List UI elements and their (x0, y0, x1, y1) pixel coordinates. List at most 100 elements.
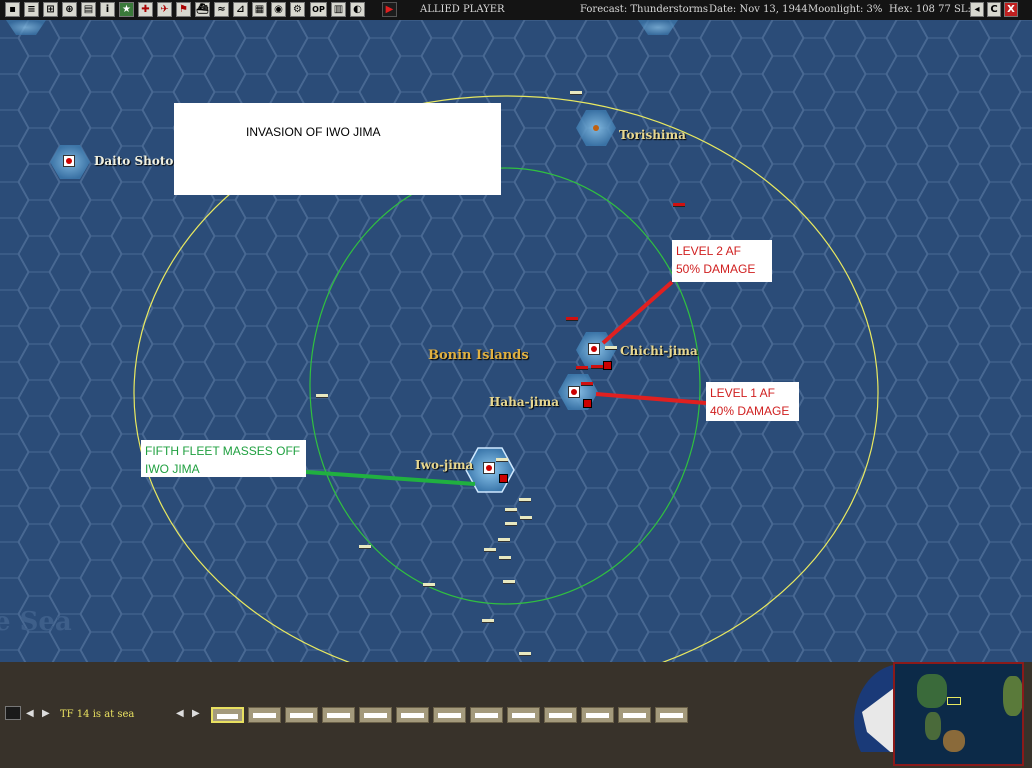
air-unit-icon[interactable]: ✈ (157, 2, 172, 17)
allied-ship-icon[interactable] (520, 516, 532, 520)
enemy-ship-icon[interactable] (576, 366, 588, 370)
center-button[interactable]: C (987, 2, 1001, 17)
ship-slot[interactable] (655, 707, 688, 723)
enemy-ship-icon[interactable] (566, 317, 578, 321)
ship-slot[interactable] (470, 707, 503, 723)
date-label: Date: Nov 13, 1944 (709, 4, 808, 15)
ship-slot[interactable] (211, 707, 244, 723)
daito-label: Daito Shoto (94, 154, 174, 168)
enemy-ship-icon[interactable] (673, 203, 685, 207)
center-label: C (990, 4, 998, 15)
task-force-icon[interactable]: ⊕ (62, 2, 77, 17)
sub-icon[interactable]: ≈ (214, 2, 229, 17)
haha-base-icon[interactable] (568, 386, 580, 398)
unit-list-icon[interactable]: ▪ (5, 2, 20, 17)
grid-icon[interactable]: ▥ (331, 2, 346, 17)
hex-label: Hex: 108 77 SL: 3 (889, 4, 981, 15)
daito-base-icon[interactable] (63, 155, 75, 167)
ship-slot[interactable] (618, 707, 651, 723)
status-text: TF 14 is at sea (60, 709, 135, 720)
ship-icon[interactable] (605, 346, 617, 350)
ground-unit-icon[interactable]: ✚ (138, 2, 153, 17)
hex-map[interactable] (0, 20, 1032, 662)
minimap[interactable] (893, 662, 1024, 766)
minimap-land (917, 674, 947, 708)
ship-slot[interactable] (285, 707, 318, 723)
ship-slot[interactable] (581, 707, 614, 723)
level2-note: LEVEL 2 AF 50% DAMAGE (672, 240, 772, 282)
fifth-fleet-note: FIFTH FLEET MASSES OFF IWO JIMA (141, 440, 306, 477)
top-toolbar: ▪ ≡ ⊞ ⊕ ▤ i ★ ✚ ✈ ⚑ ⛴ ≈ ⊿ ▦ ◉ ⚙ OP ▥ ◐ ▶… (0, 0, 1032, 21)
allied-ship-icon[interactable] (359, 545, 371, 549)
prev-tf-icon[interactable]: ◀ (26, 708, 34, 719)
filter-icon[interactable]: ◐ (350, 2, 365, 17)
close-label: X (1007, 4, 1015, 15)
level1-note: LEVEL 1 AF 40% DAMAGE (706, 382, 799, 421)
star-icon[interactable]: ★ (119, 2, 134, 17)
list-icon[interactable]: ▤ (81, 2, 96, 17)
allied-ship-icon[interactable] (519, 498, 531, 502)
minimap-icon[interactable]: ▦ (252, 2, 267, 17)
ship-slot[interactable] (359, 707, 392, 723)
settings-icon[interactable]: ⚙ (290, 2, 305, 17)
moonlight-label: Moonlight: 3% (808, 4, 883, 15)
torishima-label: Torishima (619, 128, 686, 142)
left-icon[interactable]: ◂ (970, 2, 984, 17)
globe-icon[interactable]: ◉ (271, 2, 286, 17)
enemy-ship-icon[interactable] (591, 365, 603, 369)
invasion-note: INVASION OF IWO JIMA (174, 103, 501, 195)
ship-slot[interactable] (544, 707, 577, 723)
enemy-ship-icon[interactable] (581, 382, 593, 386)
ship-slot[interactable] (396, 707, 429, 723)
allied-ship-icon[interactable] (519, 652, 531, 656)
ship-icon[interactable]: ⛴ (195, 2, 210, 17)
sea-label: e Sea (0, 607, 72, 637)
report-icon[interactable]: ≡ (24, 2, 39, 17)
torishima-dot (593, 125, 599, 131)
ship-slot[interactable] (322, 707, 355, 723)
iwo-unit-icon[interactable] (499, 474, 508, 483)
allied-ship-icon[interactable] (499, 556, 511, 560)
forecast-label: Forecast: Thunderstorms (580, 4, 709, 15)
allied-ship-icon[interactable] (316, 394, 328, 398)
iwo-label: Iwo-jima (415, 458, 474, 472)
next-ship-icon[interactable]: ▶ (192, 708, 200, 719)
ops-button[interactable]: OP (310, 2, 327, 17)
end-turn-icon[interactable]: ▶ (382, 2, 397, 17)
allied-ship-icon[interactable] (505, 522, 517, 526)
flag-icon[interactable]: ⚑ (176, 2, 191, 17)
convoy-icon[interactable]: ⊿ (233, 2, 248, 17)
ops-label: OP (312, 5, 325, 14)
allied-ship-icon[interactable] (503, 580, 515, 584)
allied-ship-icon[interactable] (496, 458, 508, 462)
prev-ship-icon[interactable]: ◀ (176, 708, 184, 719)
bonin-label: Bonin Islands (428, 348, 529, 363)
allied-ship-icon[interactable] (570, 91, 582, 95)
chichi-base-icon[interactable] (588, 343, 600, 355)
side-label: ALLIED PLAYER (420, 4, 505, 15)
allied-ship-icon[interactable] (498, 538, 510, 542)
ship-slot[interactable] (507, 707, 540, 723)
allied-ship-icon[interactable] (505, 508, 517, 512)
minimap-viewport[interactable] (947, 697, 961, 705)
close-button[interactable]: X (1004, 2, 1018, 17)
chichi-unit-icon[interactable] (603, 361, 612, 370)
next-tf-icon[interactable]: ▶ (42, 708, 50, 719)
ship-slot[interactable] (433, 707, 466, 723)
base-icon[interactable]: ⊞ (43, 2, 58, 17)
minimap-land (925, 712, 941, 740)
minimap-land (1003, 676, 1022, 716)
sea-background (0, 20, 1032, 662)
chichi-label: Chichi-jima (620, 344, 698, 358)
allied-ship-icon[interactable] (482, 619, 494, 623)
tf-icon[interactable] (5, 706, 21, 720)
iwo-base-icon[interactable] (483, 462, 495, 474)
allied-ship-icon[interactable] (423, 583, 435, 587)
haha-unit-icon[interactable] (583, 399, 592, 408)
minimap-land (943, 730, 965, 752)
map-area[interactable]: Daito Shoto Torishima Bonin Islands Chic… (0, 20, 1032, 662)
haha-label: Haha-jima (489, 395, 559, 409)
ship-slot[interactable] (248, 707, 281, 723)
allied-ship-icon[interactable] (484, 548, 496, 552)
info-icon[interactable]: i (100, 2, 115, 17)
